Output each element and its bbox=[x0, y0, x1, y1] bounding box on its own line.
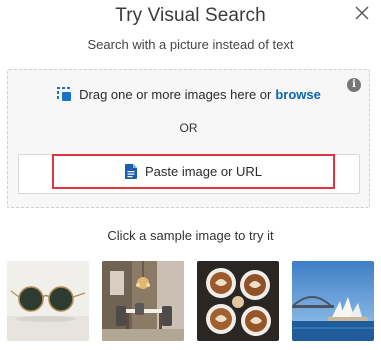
dialog-subtitle: Search with a picture instead of text bbox=[87, 37, 294, 52]
drag-drop-row: Drag one or more images here or browse bbox=[8, 86, 369, 102]
drag-drop-icon bbox=[56, 86, 72, 102]
document-icon bbox=[124, 164, 137, 179]
close-icon[interactable] bbox=[353, 4, 371, 22]
sample-images bbox=[7, 261, 374, 341]
sample-caption: Click a sample image to try it bbox=[107, 228, 274, 243]
dialog-title: Try Visual Search bbox=[115, 5, 266, 26]
sample-image-coffee-cups[interactable] bbox=[197, 261, 279, 341]
image-drop-zone[interactable]: i Drag one or more images here or browse… bbox=[7, 69, 370, 208]
paste-label: Paste image or URL bbox=[144, 164, 263, 179]
browse-link[interactable]: browse bbox=[275, 87, 321, 102]
or-separator: OR bbox=[179, 121, 198, 135]
drag-drop-text: Drag one or more images here or bbox=[79, 86, 272, 102]
sample-image-sunglasses[interactable] bbox=[7, 261, 89, 341]
paste-image-or-url-button[interactable]: Paste image or URL bbox=[52, 154, 335, 189]
visual-search-dialog: Try Visual Search Search with a picture … bbox=[0, 0, 381, 350]
sample-image-sydney-opera-house[interactable] bbox=[292, 261, 374, 341]
sample-image-dining-room[interactable] bbox=[102, 261, 184, 341]
